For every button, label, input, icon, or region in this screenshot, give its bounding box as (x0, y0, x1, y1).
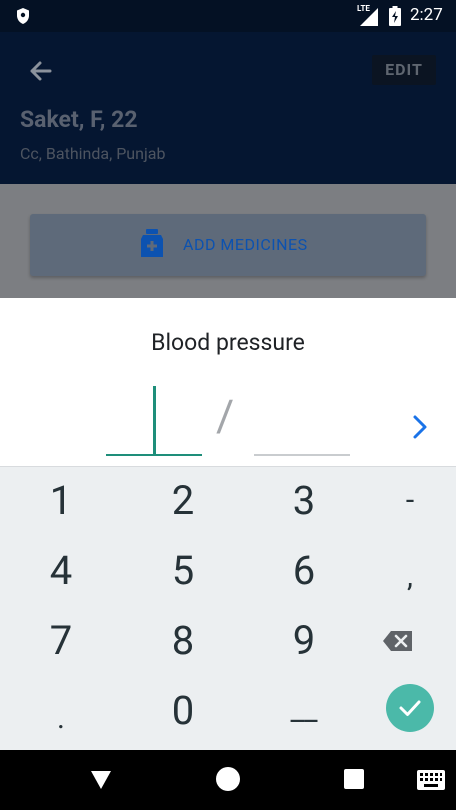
medicine-add-icon (141, 229, 163, 257)
key-decimal[interactable]: . (4, 684, 118, 754)
key-comma[interactable]: , (353, 542, 456, 612)
done-button[interactable] (386, 684, 434, 732)
key-8[interactable]: 8 (126, 606, 240, 676)
key-2[interactable]: 2 (126, 466, 240, 536)
nav-recents-icon[interactable] (344, 769, 364, 789)
systolic-input[interactable] (106, 386, 202, 456)
key-7[interactable]: 7 (4, 606, 118, 676)
text-cursor (153, 386, 156, 454)
bp-separator: / (216, 390, 235, 442)
shield-icon (17, 8, 29, 24)
add-medicines-label: ADD MEDICINES (183, 235, 308, 254)
key-3[interactable]: 3 (247, 466, 361, 536)
patient-name: Saket, F, 22 (20, 106, 138, 133)
status-bar: LTE 2:27 (0, 0, 456, 32)
key-4[interactable]: 4 (4, 536, 118, 606)
key-9[interactable]: 9 (247, 606, 361, 676)
check-icon (399, 700, 421, 716)
system-nav-bar (0, 750, 456, 810)
battery-charging-icon (389, 6, 401, 26)
blood-pressure-sheet: Blood pressure / (0, 298, 456, 466)
patient-header: EDIT Saket, F, 22 Cc, Bathinda, Punjab (0, 32, 456, 184)
key-0[interactable]: 0 (126, 676, 240, 746)
arrow-back-icon[interactable] (24, 56, 58, 86)
diastolic-input[interactable] (254, 386, 350, 456)
nav-home-icon[interactable] (216, 767, 240, 791)
key-backspace[interactable] (353, 606, 456, 676)
patient-location: Cc, Bathinda, Punjab (20, 144, 166, 163)
key-space[interactable]: __ (247, 676, 361, 746)
keyboard-icon[interactable] (417, 770, 445, 790)
key-minus[interactable]: - (353, 466, 456, 536)
signal-icon (360, 8, 378, 26)
status-time: 2:27 (410, 5, 443, 25)
chevron-right-icon[interactable] (406, 412, 432, 442)
key-6[interactable]: 6 (247, 536, 361, 606)
key-1[interactable]: 1 (4, 466, 118, 536)
backspace-icon (383, 631, 412, 651)
nav-back-icon[interactable] (90, 770, 112, 790)
add-medicines-button[interactable]: ADD MEDICINES (30, 214, 426, 276)
edit-button[interactable]: EDIT (372, 55, 436, 85)
sheet-title: Blood pressure (151, 329, 305, 356)
key-5[interactable]: 5 (126, 536, 240, 606)
